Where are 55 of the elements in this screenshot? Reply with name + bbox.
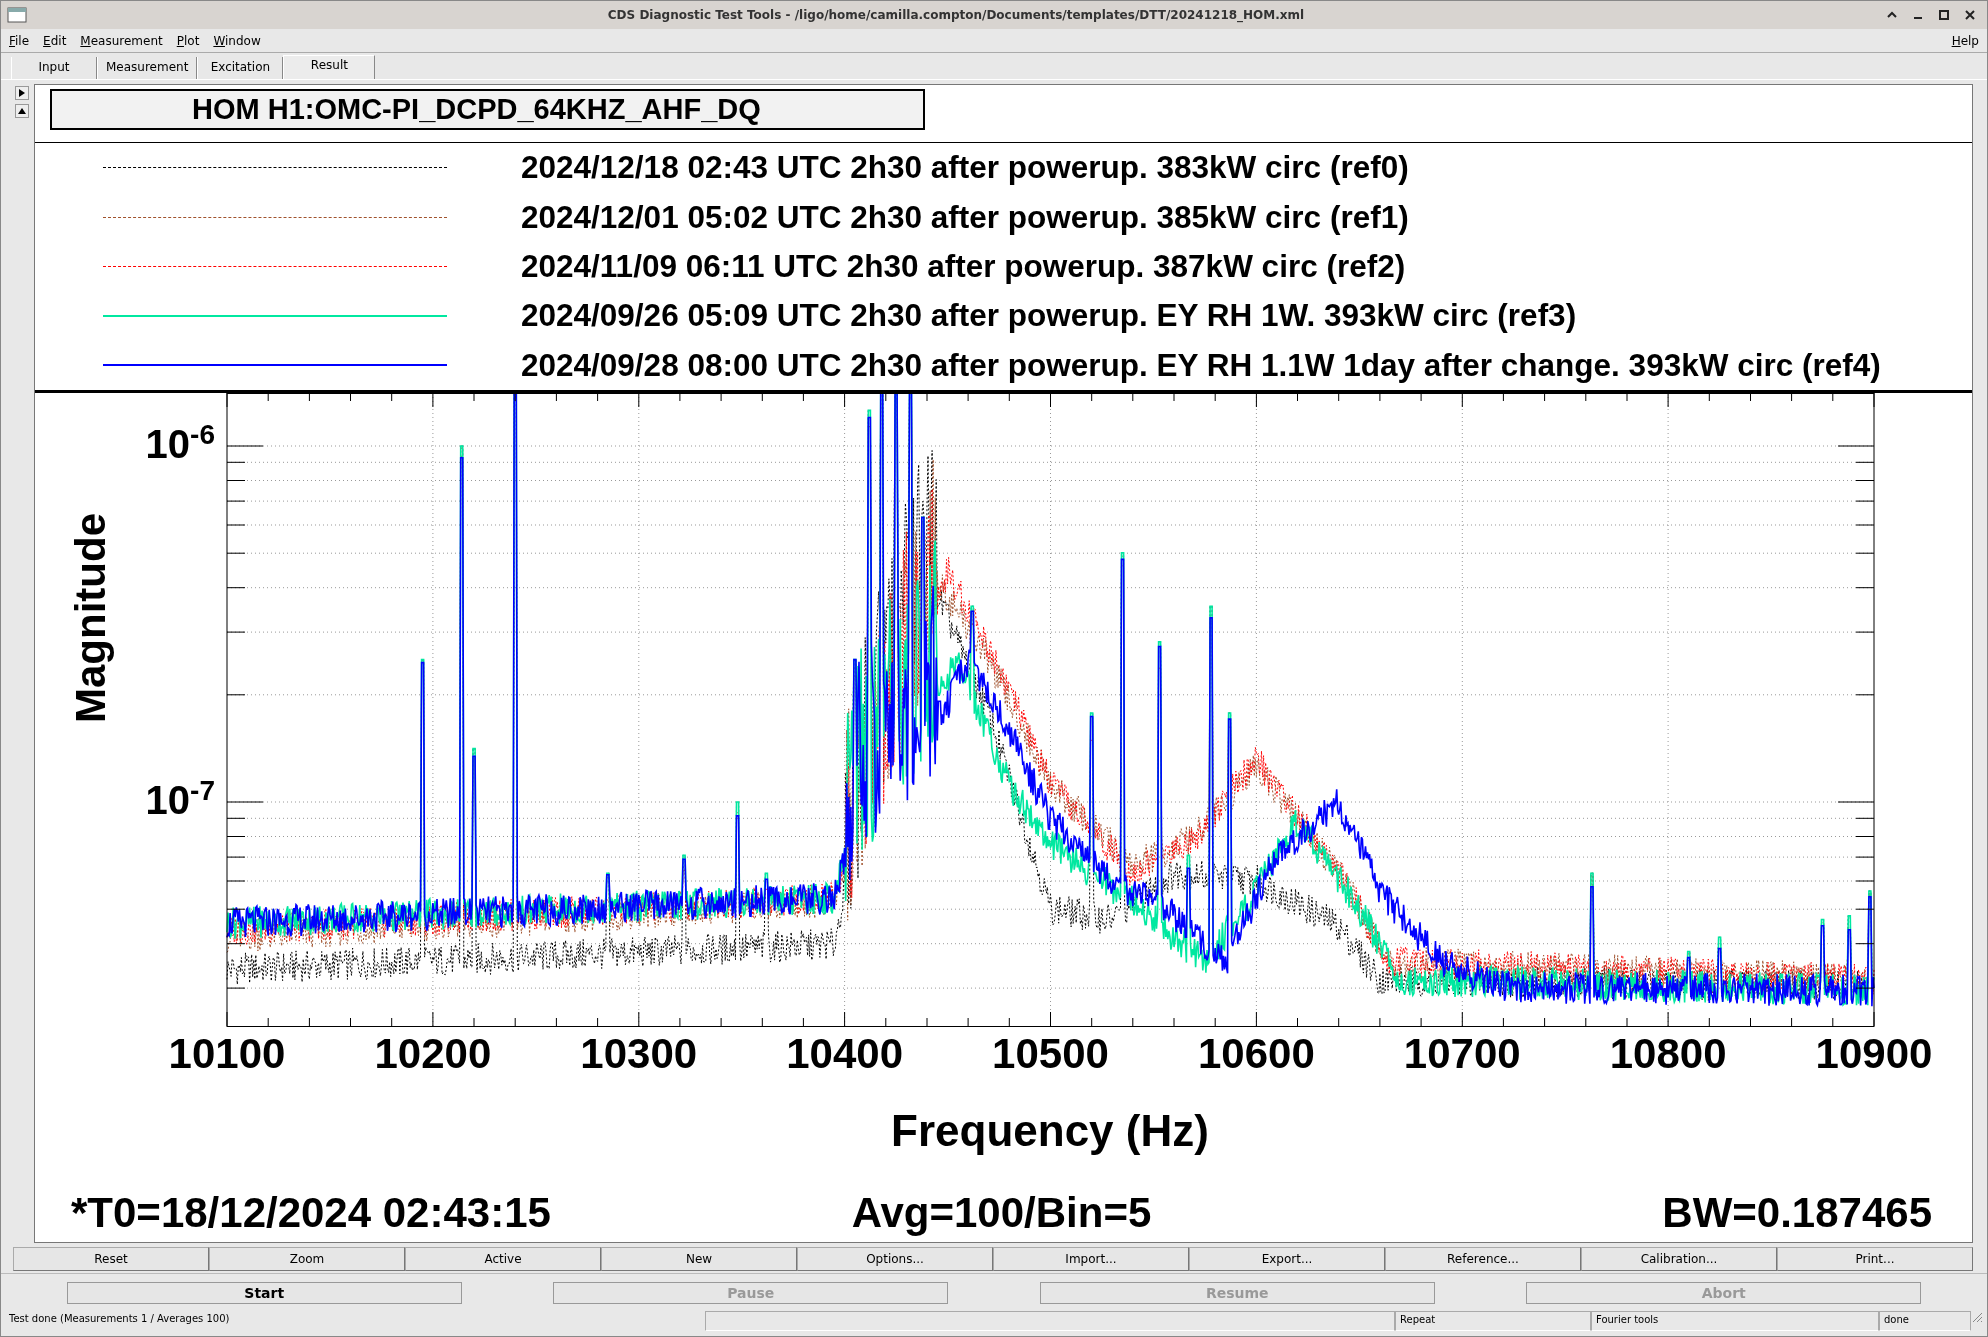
plot-button[interactable]: Options... (797, 1247, 993, 1271)
x-tick-label: 10100 (167, 1029, 287, 1079)
x-tick-label: 10900 (1814, 1029, 1934, 1079)
status-text: Fourier tools (1591, 1311, 1879, 1331)
tab[interactable]: Result (283, 55, 376, 79)
x-tick-label: 10200 (373, 1029, 493, 1079)
menu-item[interactable]: Window (213, 33, 261, 48)
plot-info-text: BW=0.187465 (1662, 1188, 1932, 1237)
resize-grip-icon[interactable] (1971, 1311, 1983, 1323)
x-tick-label: 10700 (1402, 1029, 1522, 1079)
legend-label: 2024/11/09 06:11 UTC 2h30 after powerup. 387kW circ (ref2) (521, 248, 1406, 285)
plot-button[interactable]: Calibration... (1581, 1247, 1777, 1271)
legend-label: 2024/09/26 05:09 UTC 2h30 after powerup. EY RH 1W. 393kW circ (ref3) (521, 297, 1577, 335)
y-axis-label: Magnitude (66, 513, 115, 723)
plot-button[interactable]: Export... (1189, 1247, 1385, 1271)
help-menu[interactable]: Help (1951, 33, 1979, 48)
y-tick-label: 10$^{-6}$ (144, 420, 215, 468)
expand-button[interactable] (14, 86, 29, 100)
x-tick-label: 10600 (1196, 1029, 1316, 1079)
status-text: Test done (Measurements 1 / Averages 100) (8, 1312, 231, 1326)
plot-button[interactable]: Print... (1777, 1247, 1973, 1271)
plot-button[interactable]: Reset (13, 1247, 209, 1271)
plot-info-text: *T0=18/12/2024 02:43:15 (71, 1188, 552, 1237)
maximize-icon[interactable] (1937, 8, 1951, 22)
tab[interactable]: Input (11, 57, 97, 79)
plot-button[interactable]: Import... (993, 1247, 1189, 1271)
window-title: CDS Diagnostic Test Tools - /ligo/home/camilla.compton/Documents/templates/DTT/20241218_HOM.xml (606, 8, 1306, 22)
status-text: Repeat (1395, 1311, 1591, 1331)
plot-button[interactable]: Zoom (209, 1247, 405, 1271)
window-icon (7, 7, 27, 23)
right-triangle-icon (18, 89, 25, 97)
x-tick-label: 10300 (579, 1029, 699, 1079)
menu-item[interactable]: Plot (176, 33, 200, 48)
plot-info-text: Avg=100/Bin=5 (851, 1188, 1152, 1237)
plot-button[interactable]: Active (405, 1247, 601, 1271)
legend-label: 2024/12/18 02:43 UTC 2h30 after powerup. 383kW circ (ref0) (521, 149, 1409, 187)
close-icon[interactable] (1963, 8, 1977, 22)
run-button[interactable]: Start (66, 1281, 462, 1304)
up-triangle-icon (17, 108, 26, 114)
scroll-up-button[interactable] (14, 104, 29, 118)
x-axis-label: Frequency (Hz) (890, 1105, 1210, 1157)
x-tick-label: 10800 (1608, 1029, 1728, 1079)
menu-item[interactable]: File (9, 33, 30, 48)
x-tick-label: 10400 (785, 1029, 904, 1079)
status-text: done (1879, 1311, 1971, 1331)
plot-button[interactable]: New (601, 1247, 797, 1271)
tab[interactable]: Measurement (97, 57, 198, 79)
menu-item[interactable]: Edit (43, 33, 67, 48)
plot-title: HOM H1:OMC-PI_DCPD_64KHZ_AHF_DQ (50, 89, 925, 130)
legend-label: 2024/12/01 05:02 UTC 2h30 after powerup. 385kW circ (ref1) (521, 198, 1409, 236)
x-tick-label: 10500 (991, 1029, 1110, 1079)
menu-item[interactable]: Measurement (80, 33, 163, 48)
y-tick-label: 10$^{-7}$ (144, 776, 215, 824)
plot-button[interactable]: Reference... (1385, 1247, 1581, 1271)
legend-label: 2024/09/28 08:00 UTC 2h30 after powerup. EY RH 1.1W 1day after change. 393kW circ (ref4) (521, 346, 1881, 384)
